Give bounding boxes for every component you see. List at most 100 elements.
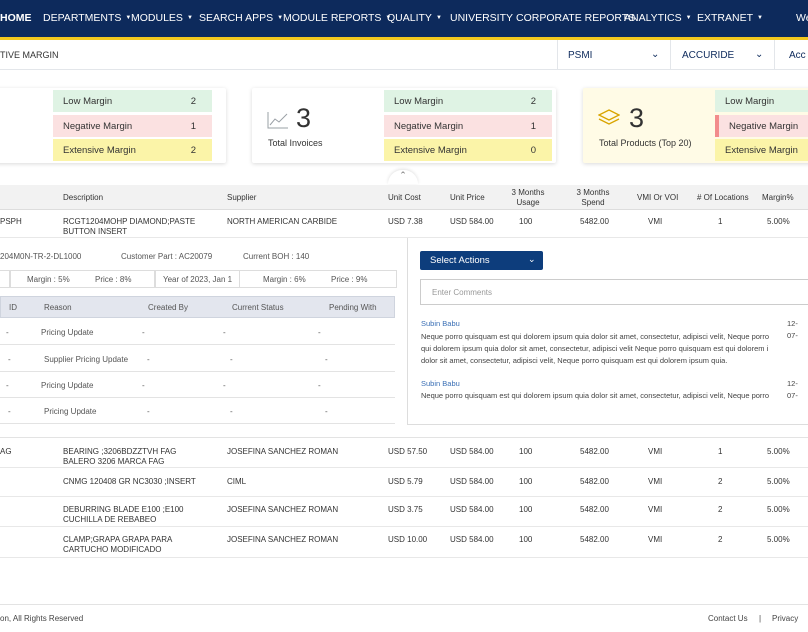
- col-vmi[interactable]: VMI Or VOI: [637, 193, 678, 203]
- col-locations[interactable]: # Of Locations: [697, 193, 749, 203]
- unit-price: USD 584.00: [450, 535, 494, 544]
- usage: 100: [519, 535, 533, 544]
- comment-date: 12-07-: [787, 379, 798, 400]
- nav-search-apps[interactable]: SEARCH APPS ▼: [199, 12, 283, 24]
- select-actions-label: Select Actions: [430, 255, 490, 266]
- col-spend[interactable]: 3 Months Spend: [570, 188, 616, 208]
- vmi: VMI: [648, 535, 663, 544]
- chevron-down-icon: ▼: [186, 15, 193, 21]
- negative-margin-row[interactable]: Negative Margin 1: [53, 115, 212, 137]
- customer-select[interactable]: ACCURIDE ⌄: [670, 40, 774, 70]
- select-actions-dropdown[interactable]: Select Actions ⌄: [420, 251, 543, 270]
- col-usage[interactable]: 3 Months Usage: [505, 188, 551, 208]
- comment-input[interactable]: Enter Comments: [420, 279, 808, 305]
- negative-margin-row[interactable]: Negative Margin 1: [384, 115, 552, 137]
- history-status: -: [230, 407, 233, 416]
- col-supplier[interactable]: Supplier: [227, 193, 256, 203]
- extensive-margin-row[interactable]: Extensive Margin 2: [53, 139, 212, 161]
- margin-tab-prev[interactable]: [0, 270, 10, 288]
- nav-user[interactable]: We: [796, 12, 808, 24]
- supplier: CIML: [227, 477, 247, 486]
- low-margin-row[interactable]: Low Margin: [715, 90, 808, 112]
- col-created-by: Created By: [148, 303, 189, 312]
- margin-tab-year[interactable]: Year of 2023, Jan 1 Margin : 6% Price : …: [155, 270, 397, 288]
- comment-author[interactable]: Subin Babu: [421, 318, 460, 330]
- metric-value: 1: [190, 121, 196, 132]
- unit-cost: USD 5.79: [388, 477, 423, 486]
- description-line-1: BEARING ;3206BDZZTVH FAG: [63, 447, 177, 456]
- margin-tab[interactable]: Margin : 5% Price : 8%: [10, 270, 155, 288]
- table-row[interactable]: AG BEARING ;3206BDZZTVH FAG BALERO 3206 …: [0, 438, 808, 468]
- metric-value: 2: [190, 96, 196, 107]
- nav-university[interactable]: UNIVERSITY: [450, 12, 513, 24]
- description-line-2: BUTTON INSERT: [63, 227, 128, 236]
- comment-placeholder: Enter Comments: [432, 288, 493, 297]
- unit-cost: USD 3.75: [388, 505, 423, 514]
- table-row[interactable]: PSPH RCGT1204MOHP DIAMOND;PASTE BUTTON I…: [0, 210, 808, 238]
- nav-quality[interactable]: QUALITY ▼: [387, 12, 442, 24]
- spend: 5482.00: [580, 217, 609, 226]
- history-pending: -: [318, 381, 321, 390]
- privacy-link[interactable]: Privacy: [772, 614, 798, 623]
- nav-analytics[interactable]: ANALYTICS ▼: [624, 12, 692, 24]
- comment-date: 12-07-: [787, 319, 798, 340]
- nav-module-reports[interactable]: MODULE REPORTS ▼: [283, 12, 391, 24]
- metric-value: 0: [530, 145, 536, 156]
- tab-year: Year of 2023, Jan 1: [163, 275, 233, 284]
- supplier: JOSEFINA SANCHEZ ROMAN: [227, 505, 339, 514]
- locations: 2: [718, 477, 723, 486]
- company-select[interactable]: PSMI ⌄: [557, 40, 670, 70]
- margin: 5.00%: [767, 505, 790, 514]
- col-description[interactable]: Description: [63, 193, 103, 203]
- negative-margin-row[interactable]: Negative Margin: [715, 115, 808, 137]
- extensive-margin-row[interactable]: Extensive Margin 0: [384, 139, 552, 161]
- comment-author[interactable]: Subin Babu: [421, 378, 460, 390]
- history-id: -: [8, 355, 11, 364]
- history-pending: -: [318, 328, 321, 337]
- extensive-margin-row[interactable]: Extensive Margin: [715, 139, 808, 161]
- spend: 5482.00: [580, 505, 609, 514]
- margin: 5.00%: [767, 217, 790, 226]
- history-created-by: -: [147, 355, 150, 364]
- supplier: JOSEFINA SANCHEZ ROMAN: [227, 447, 339, 456]
- comment-text: dolor sit amet, consectetur, adipisci ve…: [421, 356, 728, 365]
- vmi: VMI: [648, 447, 663, 456]
- nav-extranet-label: EXTRANET: [697, 12, 754, 24]
- product-label: Total Products (Top 20): [599, 138, 692, 148]
- tab-margin: Margin : 6%: [263, 275, 306, 284]
- collapse-toggle[interactable]: ⌃: [388, 170, 418, 184]
- locations: 1: [718, 217, 723, 226]
- table-row[interactable]: CLAMP;GRAPA GRAPA PARA CARTUCHO MODIFICA…: [0, 527, 808, 558]
- nav-modules-label: MODULES: [131, 12, 183, 24]
- col-unit-cost[interactable]: Unit Cost: [388, 193, 421, 203]
- nav-corporate-reports[interactable]: CORPORATE REPORTS: [516, 12, 635, 24]
- table-row[interactable]: DEBURRING BLADE E100 ;E100 CUCHILLA DE R…: [0, 497, 808, 527]
- history-row[interactable]: - Pricing Update - - -: [0, 398, 395, 424]
- history-row[interactable]: - Pricing Update - - -: [0, 319, 395, 345]
- low-margin-row[interactable]: Low Margin 2: [384, 90, 552, 112]
- history-table-header: ID Reason Created By Current Status Pend…: [0, 296, 395, 318]
- history-row[interactable]: - Supplier Pricing Update - - -: [0, 346, 395, 372]
- tab-divider: [239, 271, 240, 287]
- chevron-down-icon: ▼: [685, 15, 692, 21]
- metric-value: 1: [530, 121, 536, 132]
- chevron-up-icon: ⌃: [399, 170, 407, 180]
- history-reason: Pricing Update: [41, 381, 94, 390]
- history-row[interactable]: - Pricing Update - - -: [0, 372, 395, 398]
- layers-icon: [598, 109, 620, 125]
- unit-price: USD 584.00: [450, 477, 494, 486]
- nav-departments[interactable]: DEPARTMENTS ▼: [43, 12, 131, 24]
- table-row[interactable]: CNMG 120408 GR NC3030 ;INSERT CIML USD 5…: [0, 468, 808, 497]
- contact-link[interactable]: Contact Us: [708, 614, 748, 623]
- supplier: JOSEFINA SANCHEZ ROMAN: [227, 535, 339, 544]
- low-margin-row[interactable]: Low Margin 2: [53, 90, 212, 112]
- nav-modules[interactable]: MODULES ▼: [131, 12, 193, 24]
- nav-extranet[interactable]: EXTRANET ▼: [697, 12, 763, 24]
- col-margin[interactable]: Margin%: [762, 193, 794, 203]
- spend: 5482.00: [580, 535, 609, 544]
- detail-part-number: 204M0N-TR-2-DL1000: [0, 252, 82, 261]
- chevron-down-icon: ▼: [757, 15, 763, 21]
- col-unit-price[interactable]: Unit Price: [450, 193, 485, 203]
- nav-home[interactable]: HOME: [0, 12, 32, 24]
- account-select[interactable]: Acc: [774, 40, 808, 70]
